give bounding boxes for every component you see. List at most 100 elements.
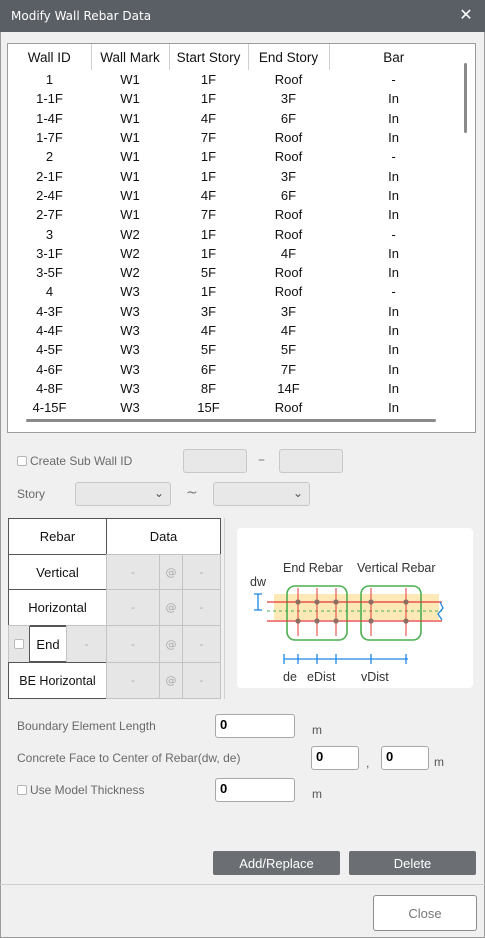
table-cell: W1 bbox=[120, 187, 140, 203]
table-cell: In bbox=[388, 207, 399, 223]
table-cell: In bbox=[388, 380, 399, 396]
cover-dw-input[interactable]: 0 bbox=[311, 746, 359, 770]
col-wall-id[interactable]: Wall ID bbox=[8, 44, 91, 70]
table-cell: 3-5F bbox=[36, 265, 63, 281]
use-model-thickness-label: Use Model Thickness bbox=[30, 783, 145, 797]
be-horizontal-size-cell[interactable]: - bbox=[106, 662, 160, 699]
horizontal-spacing-cell[interactable]: - bbox=[182, 589, 221, 626]
table-cell: 14F bbox=[277, 380, 300, 396]
delete-button[interactable]: Delete bbox=[349, 851, 476, 875]
table-row[interactable]: 4-15F W3 15F Roof In bbox=[8, 398, 458, 417]
table-cell: In bbox=[388, 245, 399, 261]
table-cell: 5F bbox=[280, 342, 297, 358]
horizontal-scrollbar[interactable] bbox=[26, 419, 436, 422]
table-cell: 4F bbox=[200, 110, 217, 126]
table-cell: 1F bbox=[200, 226, 217, 242]
table-cell: - bbox=[391, 72, 396, 88]
table-row[interactable]: 4-8F W3 8F 14F In bbox=[8, 379, 458, 398]
rebar-diagram: End Rebar Vertical Rebar dw de eDist vDi… bbox=[237, 528, 473, 688]
table-cell: W1 bbox=[120, 207, 140, 223]
model-thickness-input[interactable]: 0 bbox=[215, 778, 295, 802]
wall-grid: Wall ID Wall Mark Start Story End Story … bbox=[8, 44, 458, 417]
end-checkbox[interactable] bbox=[14, 639, 24, 649]
table-cell: 7F bbox=[200, 130, 217, 146]
table-row[interactable]: 1-7F W1 7F Roof In bbox=[8, 128, 458, 147]
table-cell: W1 bbox=[120, 168, 140, 184]
vertical-spacing-cell[interactable]: - bbox=[182, 554, 221, 590]
table-cell: 4F bbox=[280, 245, 297, 261]
table-header-row: Wall ID Wall Mark Start Story End Story … bbox=[8, 44, 458, 70]
rebar-diagram-svg: End Rebar Vertical Rebar dw de eDist vDi… bbox=[250, 561, 444, 684]
table-cell: 2-1F bbox=[36, 168, 63, 184]
rebar-horizontal-label: Horizontal bbox=[8, 589, 107, 626]
table-row[interactable]: 3-5F W2 5F Roof In bbox=[8, 263, 458, 282]
table-cell: W2 bbox=[120, 245, 140, 261]
table-cell: 3F bbox=[280, 303, 297, 319]
story-to-select[interactable]: ⌄ bbox=[213, 482, 310, 506]
table-cell: 3F bbox=[280, 91, 297, 107]
story-label: Story bbox=[17, 487, 46, 501]
title-bar: Modify Wall Rebar Data ✕ bbox=[0, 0, 485, 32]
col-start-story[interactable]: Start Story bbox=[168, 44, 248, 70]
table-cell: 7F bbox=[280, 361, 297, 377]
table-row[interactable]: 2-7F W1 7F Roof In bbox=[8, 205, 458, 224]
table-cell: 6F bbox=[200, 361, 217, 377]
create-sub-wall-checkbox[interactable] bbox=[17, 456, 27, 466]
vertical-at-cell: @ bbox=[159, 554, 183, 590]
close-button[interactable]: Close bbox=[373, 895, 477, 931]
end-size-cell[interactable]: - bbox=[106, 625, 160, 663]
sub-wall-from-input[interactable] bbox=[183, 449, 247, 473]
table-cell: 1F bbox=[200, 72, 217, 88]
col-end-story[interactable]: End Story bbox=[247, 44, 329, 70]
cover-unit: m bbox=[434, 755, 444, 769]
table-row[interactable]: 1 W1 1F Roof - bbox=[8, 70, 458, 89]
table-row[interactable]: 4-3F W3 3F 3F In bbox=[8, 302, 458, 321]
col-wall-mark[interactable]: Wall Mark bbox=[90, 44, 169, 70]
table-row[interactable]: 2-4F W1 4F 6F In bbox=[8, 186, 458, 205]
table-cell: Roof bbox=[274, 72, 303, 88]
be-horizontal-spacing-cell[interactable]: - bbox=[182, 662, 221, 699]
table-row[interactable]: 2-1F W1 1F 3F In bbox=[8, 166, 458, 185]
table-cell: W3 bbox=[120, 380, 140, 396]
add-replace-button[interactable]: Add/Replace bbox=[213, 851, 340, 875]
table-row[interactable]: 4-4F W3 4F 4F In bbox=[8, 321, 458, 340]
vertical-scrollbar[interactable] bbox=[464, 63, 467, 133]
be-length-unit: m bbox=[312, 723, 322, 737]
table-row[interactable]: 2 W1 1F Roof - bbox=[8, 147, 458, 166]
table-row[interactable]: 1-1F W1 1F 3F In bbox=[8, 89, 458, 108]
vertical-size-cell[interactable]: - bbox=[106, 554, 160, 590]
table-cell: W3 bbox=[120, 342, 140, 358]
wall-band bbox=[274, 594, 439, 620]
table-cell: In bbox=[388, 168, 399, 184]
table-cell: 1F bbox=[200, 284, 217, 300]
story-from-select[interactable]: ⌄ bbox=[75, 482, 171, 506]
story-separator: ~ bbox=[186, 485, 198, 501]
table-row[interactable]: 3 W2 1F Roof - bbox=[8, 224, 458, 243]
table-cell: W1 bbox=[120, 110, 140, 126]
table-row[interactable]: 1-4F W1 4F 6F In bbox=[8, 109, 458, 128]
table-row[interactable]: 4 W3 1F Roof - bbox=[8, 282, 458, 301]
cover-label: Concrete Face to Center of Rebar(dw, de) bbox=[17, 751, 241, 765]
table-row[interactable]: 4-6F W3 6F 7F In bbox=[8, 359, 458, 378]
table-cell: W1 bbox=[120, 72, 140, 88]
table-cell: 6F bbox=[280, 187, 297, 203]
table-cell: In bbox=[388, 342, 399, 358]
table-row[interactable]: 4-5F W3 5F 5F In bbox=[8, 340, 458, 359]
wall-table[interactable]: Wall ID Wall Mark Start Story End Story … bbox=[7, 43, 476, 433]
close-icon[interactable]: ✕ bbox=[457, 6, 475, 24]
create-sub-wall-label: Create Sub Wall ID bbox=[30, 454, 133, 468]
horizontal-size-cell[interactable]: - bbox=[106, 589, 160, 626]
end-spacing-cell[interactable]: - bbox=[182, 625, 221, 663]
rebar-table: Rebar Data Vertical - @ - Horizontal - @… bbox=[8, 518, 221, 699]
use-model-thickness-checkbox[interactable] bbox=[17, 785, 27, 795]
end-count-cell[interactable]: - bbox=[66, 625, 107, 663]
col-bar[interactable]: Bar bbox=[328, 44, 458, 70]
table-cell: 1-4F bbox=[36, 110, 63, 126]
be-length-input[interactable]: 0 bbox=[215, 714, 295, 738]
table-cell: In bbox=[388, 91, 399, 107]
table-row[interactable]: 3-1F W2 1F 4F In bbox=[8, 244, 458, 263]
sub-wall-to-input[interactable] bbox=[279, 449, 343, 473]
table-cell: 1 bbox=[45, 72, 54, 88]
table-cell: 4-15F bbox=[32, 400, 67, 416]
cover-de-input[interactable]: 0 bbox=[381, 746, 429, 770]
